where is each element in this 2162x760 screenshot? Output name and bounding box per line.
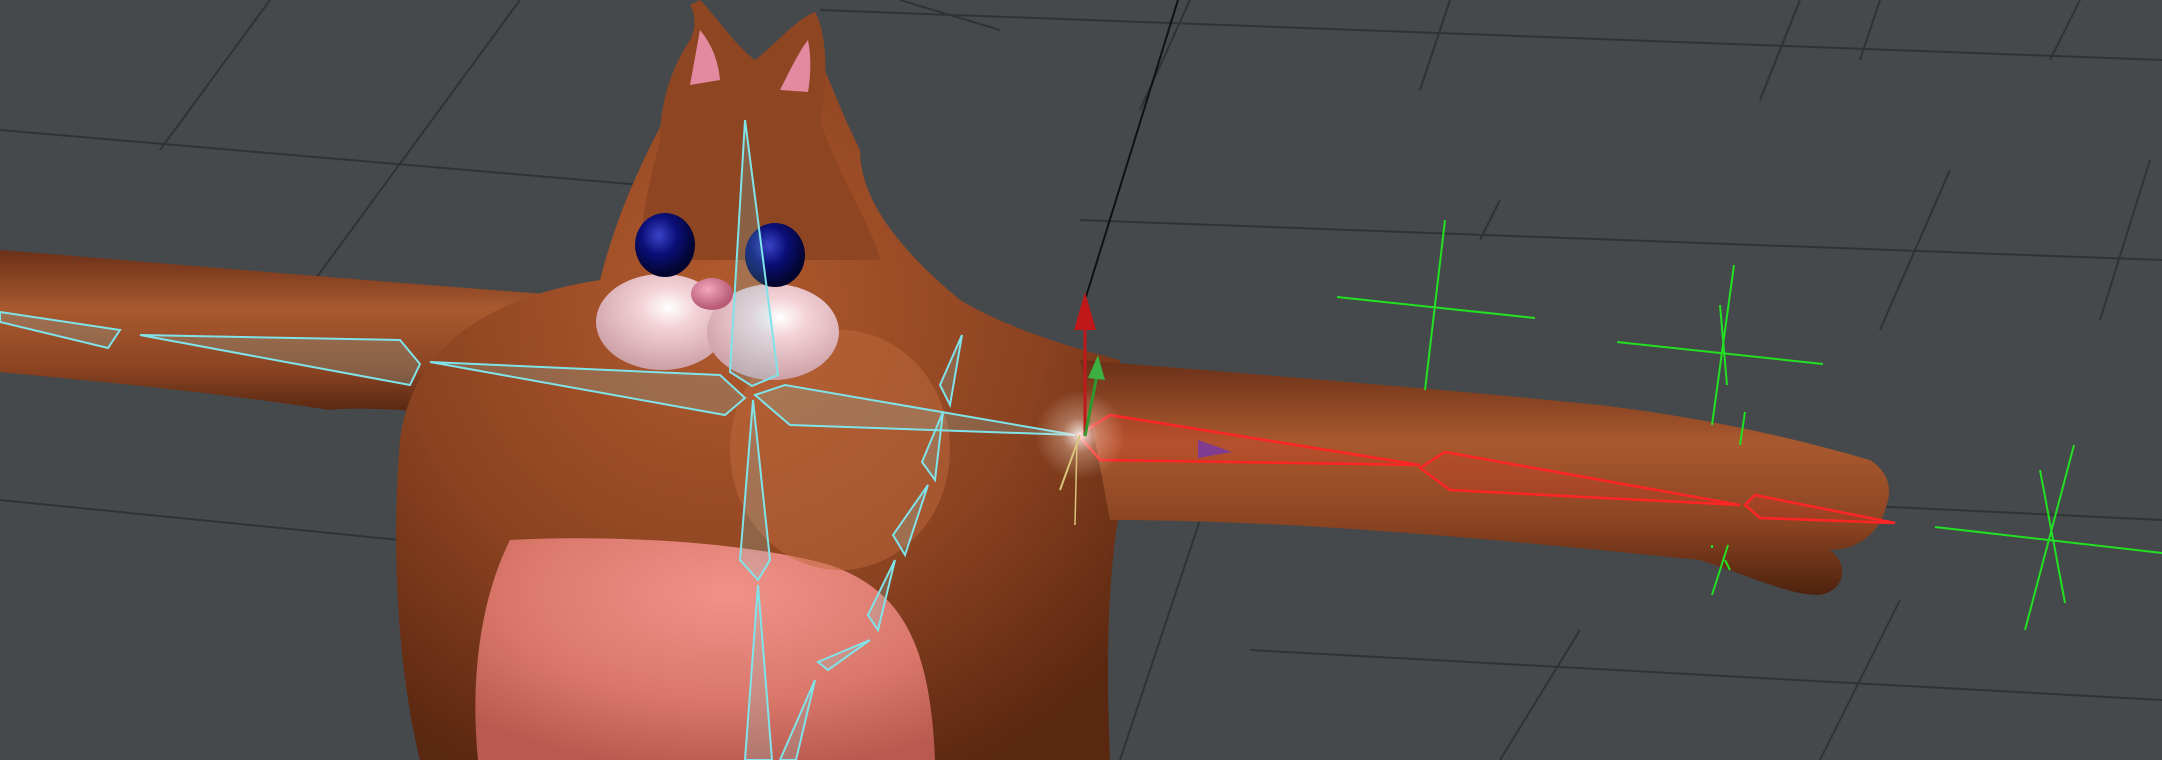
gizmo-y-arrow[interactable] (1074, 292, 1096, 330)
nose (691, 278, 733, 310)
world-axis-line (1084, 0, 1179, 301)
locator-1[interactable] (1336, 219, 1536, 391)
locator-4[interactable] (1934, 444, 2162, 631)
viewport-canvas[interactable] (0, 0, 2162, 760)
3d-viewport[interactable] (0, 0, 2162, 760)
left-eye (635, 213, 695, 277)
